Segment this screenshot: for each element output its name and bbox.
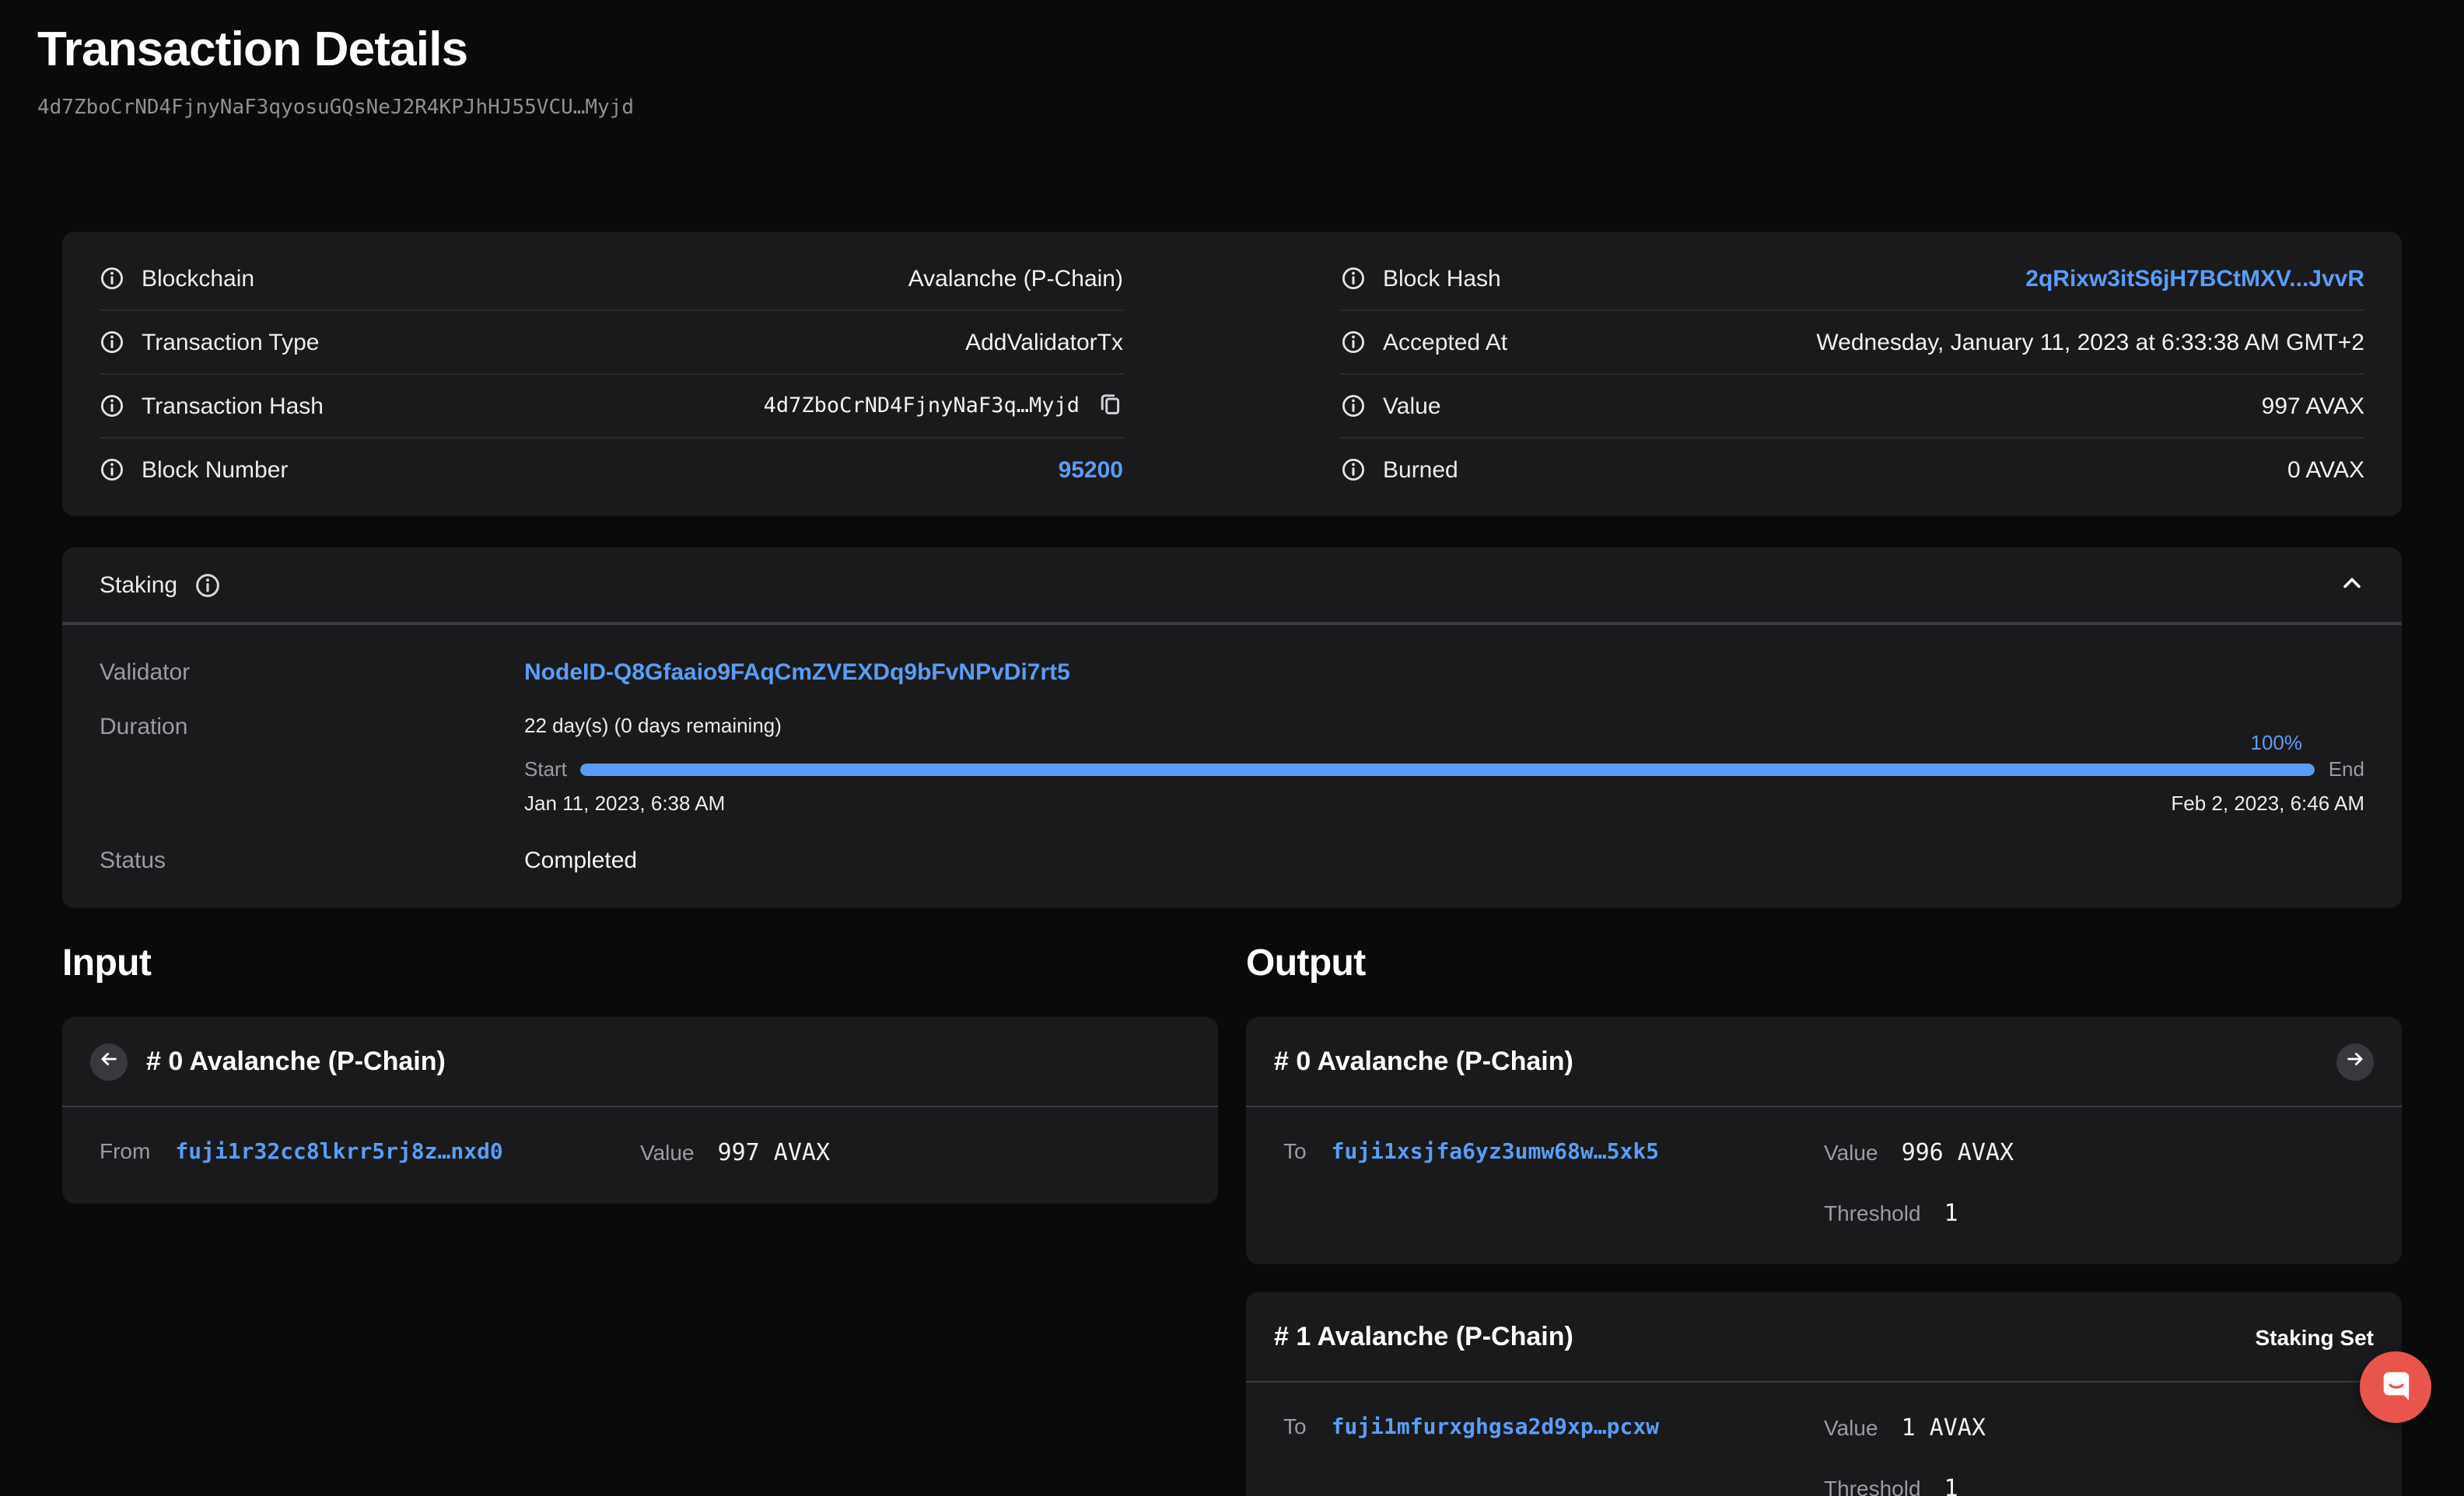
block-number-link[interactable]: 95200 [1059, 456, 1123, 483]
duration-label: Duration [100, 714, 524, 740]
output-1-value-label: Value [1824, 1415, 1878, 1440]
duration-progress-bar [581, 763, 2315, 775]
page-title: Transaction Details [37, 22, 2427, 78]
summary-table-left: Blockchain Avalanche (P-Chain) Transacti… [100, 247, 1123, 501]
output-card-0: # 0 Avalanche (P-Chain) To fuji1xsjfa6yz… [1246, 1017, 2402, 1264]
chat-launcher-button[interactable] [2360, 1351, 2431, 1423]
input-heading: Input [62, 942, 1218, 986]
info-icon [1341, 330, 1366, 355]
value-amount: 997 AVAX [2262, 393, 2364, 419]
output-0-value-label: Value [1824, 1140, 1878, 1165]
input-nav-button[interactable] [90, 1043, 128, 1080]
block-hash-row: Block Hash 2qRixw3itS6jH7BCtMXV...JvvR [1341, 247, 2364, 311]
output-nav-button[interactable] [2336, 1043, 2374, 1080]
validator-label: Validator [100, 659, 524, 686]
block-number-label: Block Number [142, 456, 288, 483]
accepted-at-row: Accepted At Wednesday, January 11, 2023 … [1341, 311, 2364, 375]
output-card-1-title: # 1 Avalanche (P-Chain) [1274, 1321, 1573, 1352]
arrow-right-icon [2344, 1048, 2366, 1075]
chevron-up-icon [2340, 570, 2364, 599]
output-card-0-title: # 0 Avalanche (P-Chain) [1274, 1046, 1573, 1077]
copy-hash-button[interactable] [1097, 390, 1123, 421]
output-0-threshold-value: 1 [1944, 1199, 1958, 1227]
transaction-type-label: Transaction Type [142, 329, 319, 355]
output-0-threshold-label: Threshold [1824, 1201, 1921, 1225]
staking-set-badge: Staking Set [2256, 1324, 2375, 1349]
block-hash-link[interactable]: 2qRixw3itS6jH7BCtMXV...JvvR [2025, 265, 2364, 292]
transaction-hash-label: Transaction Hash [142, 393, 324, 419]
info-icon [100, 266, 124, 291]
summary-table-right: Block Hash 2qRixw3itS6jH7BCtMXV...JvvR A… [1341, 247, 2364, 501]
output-card-1: # 1 Avalanche (P-Chain) Staking Set To f… [1246, 1292, 2402, 1496]
arrow-left-icon [98, 1048, 120, 1075]
input-column: Input # 0 Avalanche (P-Chain) From fuji1… [62, 942, 1218, 1496]
staking-section-card: Staking Validator NodeID-Q8Gfaaio9FAqCmZ… [62, 547, 2402, 908]
status-row: Status Completed [100, 848, 2364, 874]
staking-section-header[interactable]: Staking [62, 547, 2402, 625]
duration-progress-percent: 100% [2251, 731, 2303, 754]
input-output-section: Input # 0 Avalanche (P-Chain) From fuji1… [62, 942, 2402, 1496]
burned-label: Burned [1383, 456, 1458, 483]
transaction-type-value: AddValidatorTx [965, 329, 1123, 355]
duration-days-text: 22 day(s) (0 days remaining) [524, 714, 2364, 737]
transaction-hash-subtitle: 4d7ZboCrND4FjnyNaF3qyosuGQsNeJ2R4KPJhHJ5… [37, 96, 2427, 120]
value-label: Value [1383, 393, 1441, 419]
blockchain-label: Blockchain [142, 265, 254, 292]
info-icon [194, 571, 221, 598]
transaction-hash-row: Transaction Hash 4d7ZboCrND4FjnyNaF3q…My… [100, 375, 1123, 439]
output-1-to-address-link[interactable]: fuji1mfurxghgsa2d9xp…pcxw [1332, 1415, 1659, 1440]
validator-node-link[interactable]: NodeID-Q8Gfaaio9FAqCmZVEXDq9bFvNPvDi7rt5 [524, 659, 1070, 686]
transaction-type-row: Transaction Type AddValidatorTx [100, 311, 1123, 375]
info-icon [100, 457, 124, 482]
output-heading: Output [1246, 942, 2402, 986]
accepted-at-label: Accepted At [1383, 329, 1507, 355]
burned-row: Burned 0 AVAX [1341, 439, 2364, 501]
duration-end-date: Feb 2, 2023, 6:46 AM [2171, 792, 2364, 815]
status-label: Status [100, 848, 524, 874]
to-label: To [1283, 1414, 1307, 1438]
info-icon [100, 330, 124, 355]
info-icon [1341, 457, 1366, 482]
info-icon [1341, 266, 1366, 291]
staking-section-body: Validator NodeID-Q8Gfaaio9FAqCmZVEXDq9bF… [62, 625, 2402, 908]
block-number-row: Block Number 95200 [100, 439, 1123, 501]
output-1-threshold-value: 1 [1944, 1474, 1958, 1496]
value-row: Value 997 AVAX [1341, 375, 2364, 439]
block-hash-label: Block Hash [1383, 265, 1501, 292]
transaction-details-page: Transaction Details 4d7ZboCrND4FjnyNaF3q… [0, 0, 2464, 1496]
transaction-hash-value: 4d7ZboCrND4FjnyNaF3q…Myjd [764, 393, 1080, 418]
burned-amount: 0 AVAX [2287, 456, 2364, 483]
duration-progress-fill [581, 763, 2315, 775]
copy-icon [1097, 390, 1123, 421]
from-label: From [100, 1138, 150, 1163]
info-icon [100, 393, 124, 418]
input-value-amount: 997 AVAX [718, 1138, 831, 1166]
transaction-summary-card: Blockchain Avalanche (P-Chain) Transacti… [62, 232, 2402, 516]
output-0-to-address-link[interactable]: fuji1xsjfa6yz3umw68w…5xk5 [1332, 1140, 1659, 1165]
duration-start-date: Jan 11, 2023, 6:38 AM [524, 792, 725, 815]
input-from-address-link[interactable]: fuji1r32cc8lkrr5rj8z…nxd0 [175, 1140, 502, 1165]
input-value-label: Value [640, 1140, 695, 1165]
accepted-at-value: Wednesday, January 11, 2023 at 6:33:38 A… [1816, 329, 2364, 355]
output-1-threshold-label: Threshold [1824, 1476, 1921, 1496]
staking-section-label: Staking [100, 571, 177, 598]
blockchain-row: Blockchain Avalanche (P-Chain) [100, 247, 1123, 311]
duration-end-label: End [2329, 757, 2364, 781]
output-0-value-amount: 996 AVAX [1902, 1138, 2014, 1166]
input-card-0: # 0 Avalanche (P-Chain) From fuji1r32cc8… [62, 1017, 1218, 1204]
info-icon [1341, 393, 1366, 418]
page-header: Transaction Details 4d7ZboCrND4FjnyNaF3q… [0, 0, 2464, 120]
blockchain-value: Avalanche (P-Chain) [908, 265, 1123, 292]
output-1-value-amount: 1 AVAX [1902, 1414, 1986, 1442]
collapse-staking-button[interactable] [2340, 570, 2364, 599]
chat-bubble-icon [2378, 1367, 2413, 1407]
duration-start-label: Start [524, 757, 567, 781]
validator-row: Validator NodeID-Q8Gfaaio9FAqCmZVEXDq9bF… [100, 659, 2364, 686]
output-column: Output # 0 Avalanche (P-Chain) To fuji1x… [1246, 942, 2402, 1496]
status-value: Completed [524, 848, 637, 874]
to-label: To [1283, 1138, 1307, 1163]
duration-row: Duration 22 day(s) (0 days remaining) 10… [100, 714, 2364, 815]
input-card-title: # 0 Avalanche (P-Chain) [146, 1046, 446, 1077]
